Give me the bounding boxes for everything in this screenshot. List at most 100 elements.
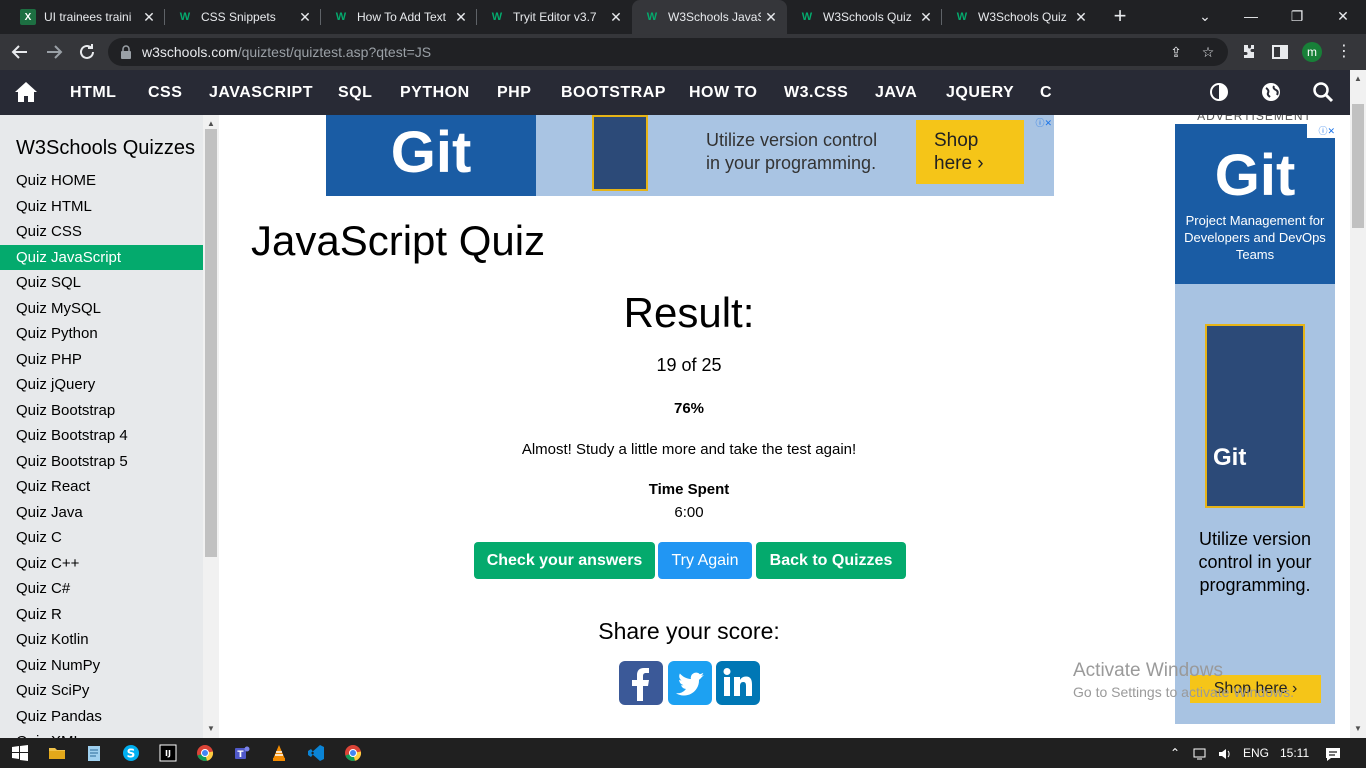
sidebar-scroll-thumb[interactable] [205,129,217,557]
sidebar-item[interactable]: Quiz MySQL [0,296,203,321]
sidebar-scrollbar[interactable]: ▲ ▼ [203,115,219,738]
nav-link-howto[interactable]: HOW TO [689,70,757,115]
new-tab-icon[interactable]: + [1108,4,1132,28]
close-icon[interactable]: ✕ [451,9,471,26]
linkedin-icon[interactable] [716,661,760,705]
restore-icon[interactable]: ❐ [1274,0,1320,32]
sidebar-item[interactable]: Quiz Bootstrap [0,398,203,423]
share-icon[interactable]: ⇪ [1166,42,1186,62]
scroll-up-icon[interactable]: ▲ [1354,74,1362,83]
browser-tab-active[interactable]: W W3Schools JavaS ✕ [632,0,787,34]
sidebar-item[interactable]: Quiz Python [0,321,203,346]
language-indicator[interactable]: ENG [1243,738,1269,768]
sidebar-item-active[interactable]: Quiz JavaScript [0,244,203,270]
url-text[interactable]: w3schools.com/quiztest/quiztest.asp?qtes… [142,38,431,66]
close-window-icon[interactable]: ✕ [1320,0,1366,32]
nav-link-w3css[interactable]: W3.CSS [784,70,848,115]
ad-shop-button[interactable]: Shop here › [916,120,1024,184]
scroll-down-icon[interactable]: ▼ [1354,724,1362,733]
sidebar-item[interactable]: Quiz Kotlin [0,627,203,652]
address-bar[interactable]: w3schools.com/quiztest/quiztest.asp?qtes… [108,38,1228,66]
vscode-icon[interactable] [306,743,326,763]
nav-link-html[interactable]: HTML [70,70,116,115]
sidebar-item[interactable]: Quiz R [0,602,203,627]
sidebar-item[interactable]: Quiz HOME [0,168,203,193]
vlc-icon[interactable] [269,743,289,763]
sidebar-item[interactable]: Quiz SQL [0,270,203,295]
sidebar-item[interactable]: Quiz NumPy [0,653,203,678]
nav-link-css[interactable]: CSS [148,70,182,115]
check-answers-button[interactable]: Check your answers [474,542,655,579]
forward-icon[interactable] [42,40,66,64]
windows-start-icon[interactable] [10,743,30,763]
page-scroll-thumb[interactable] [1352,104,1364,228]
skype-icon[interactable]: S [121,743,141,763]
browser-tab[interactable]: W W3Schools Quiz ✕ [787,0,942,34]
sidebar-item[interactable]: Quiz C# [0,576,203,601]
git-ad-banner[interactable]: Git Project Management for Developers an… [1175,124,1335,724]
ad-close-icon[interactable]: ⓘ✕ [1024,116,1052,128]
tab-search-icon[interactable]: ⌄ [1182,0,1228,32]
clock[interactable]: 15:11 [1280,738,1309,768]
sidebar-item[interactable]: Quiz SciPy [0,678,203,703]
sidebar-item[interactable]: Quiz C [0,525,203,550]
browser-tab[interactable]: W CSS Snippets ✕ [165,0,321,34]
browser-tab[interactable]: W Tryit Editor v3.7 ✕ [477,0,632,34]
notifications-icon[interactable] [1324,738,1342,768]
network-icon[interactable] [1193,738,1209,768]
minimize-icon[interactable]: — [1228,0,1274,32]
sidebar-item[interactable]: Quiz Bootstrap 4 [0,423,203,448]
sidebar-item[interactable]: Quiz HTML [0,194,203,219]
close-icon[interactable]: ✕ [761,9,781,26]
facebook-icon[interactable] [619,661,663,705]
sidebar-item[interactable]: Quiz CSS [0,219,203,244]
close-icon[interactable]: ✕ [139,9,159,26]
sidebar-item[interactable]: Quiz PHP [0,347,203,372]
tray-chevron-icon[interactable]: ⌃ [1170,738,1180,768]
nav-link-java[interactable]: JAVA [875,70,917,115]
intellij-icon[interactable]: IJ [158,743,178,763]
chrome-icon[interactable] [195,743,215,763]
sidebar-item[interactable]: Quiz Java [0,500,203,525]
bookmark-star-icon[interactable]: ☆ [1198,42,1218,62]
sidebar-item[interactable]: Quiz XML [0,729,203,738]
sidebar-item[interactable]: Quiz Bootstrap 5 [0,449,203,474]
close-icon[interactable]: ✕ [1071,9,1091,26]
globe-icon[interactable] [1260,81,1282,103]
chrome-icon[interactable] [343,743,363,763]
sidebar-item[interactable]: Quiz C++ [0,551,203,576]
sidebar-item[interactable]: Quiz React [0,474,203,499]
twitter-icon[interactable] [668,661,712,705]
profile-avatar[interactable]: m [1302,42,1322,62]
nav-link-jquery[interactable]: JQUERY [946,70,1014,115]
lock-icon[interactable] [120,44,132,60]
try-again-button[interactable]: Try Again [658,542,752,579]
extensions-icon[interactable] [1236,40,1260,64]
more-menu-icon[interactable]: ⋮ [1332,40,1356,64]
scroll-down-icon[interactable]: ▼ [207,724,215,733]
top-advertisement[interactable]: Git Utilize version control in your prog… [326,115,1054,196]
ad-close-icon[interactable]: ⓘ✕ [1307,124,1335,138]
browser-tab[interactable]: W W3Schools Quiz ✕ [942,0,1097,34]
sidebar-item[interactable]: Quiz Pandas [0,704,203,729]
side-panel-icon[interactable] [1268,40,1292,64]
home-icon[interactable] [14,81,38,103]
close-icon[interactable]: ✕ [295,9,315,26]
nav-link-sql[interactable]: SQL [338,70,372,115]
scroll-up-icon[interactable]: ▲ [207,119,215,128]
nav-link-c[interactable]: C [1040,70,1052,115]
nav-link-bootstrap[interactable]: BOOTSTRAP [561,70,666,115]
close-icon[interactable]: ✕ [606,9,626,26]
dark-mode-icon[interactable] [1208,81,1230,103]
nav-link-javascript[interactable]: JAVASCRIPT [209,70,313,115]
browser-tab[interactable]: X UI trainees traini ✕ [8,0,165,34]
back-to-quizzes-button[interactable]: Back to Quizzes [756,542,906,579]
sidebar-item[interactable]: Quiz jQuery [0,372,203,397]
page-scrollbar[interactable]: ▲ ▼ [1350,70,1366,738]
close-icon[interactable]: ✕ [916,9,936,26]
file-explorer-icon[interactable] [47,743,67,763]
search-icon[interactable] [1312,81,1334,103]
back-icon[interactable] [8,40,32,64]
browser-tab[interactable]: W How To Add Text ✕ [321,0,477,34]
nav-link-php[interactable]: PHP [497,70,531,115]
